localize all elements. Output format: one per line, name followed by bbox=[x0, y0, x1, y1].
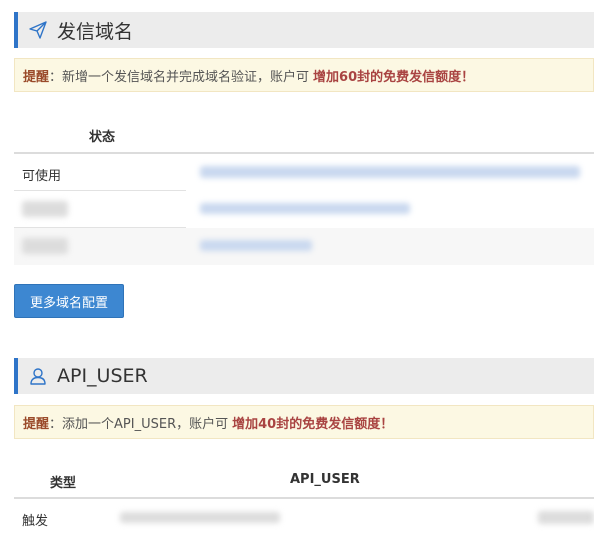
more-domain-config-button[interactable]: 更多域名配置 bbox=[14, 284, 124, 318]
blurred-domain-value bbox=[200, 240, 312, 251]
blurred-domain-value bbox=[200, 166, 580, 178]
blurred-status bbox=[22, 238, 68, 254]
column-header-status: 状态 bbox=[89, 130, 116, 145]
api-user-section-header: API_USER bbox=[14, 358, 594, 394]
blurred-api-user-value bbox=[120, 512, 280, 523]
notice-label: 提醒 bbox=[23, 416, 50, 432]
type-cell: 触发 bbox=[22, 514, 49, 529]
status-cell: 可使用 bbox=[22, 169, 62, 184]
domain-section-header: 发信域名 bbox=[14, 12, 594, 48]
notice-colon: ： bbox=[49, 416, 63, 432]
column-header-type: 类型 bbox=[50, 476, 77, 491]
blurred-api-key-value bbox=[538, 511, 594, 524]
api-user-notice: 提醒：添加一个API_USER，账户可 增加40封的免费发信额度！ bbox=[14, 405, 594, 439]
table-row bbox=[14, 191, 594, 228]
user-icon bbox=[27, 365, 49, 387]
table-row: 可使用 bbox=[14, 154, 594, 191]
notice-highlight: 增加60封的免费发信额度！ bbox=[313, 69, 475, 85]
paper-plane-icon bbox=[27, 19, 49, 41]
blurred-domain-value bbox=[200, 203, 410, 214]
notice-label: 提醒 bbox=[23, 69, 50, 85]
table-row: 触发 bbox=[14, 499, 594, 539]
domain-notice: 提醒：新增一个发信域名并完成域名验证，账户可 增加60封的免费发信额度！ bbox=[14, 58, 594, 92]
notice-text: 添加一个API_USER，账户可 bbox=[62, 416, 229, 432]
column-header-api-user: API_USER bbox=[290, 472, 360, 487]
api-user-section-title: API_USER bbox=[57, 365, 148, 387]
table-row bbox=[14, 228, 594, 265]
notice-highlight: 增加40封的免费发信额度！ bbox=[232, 416, 394, 432]
notice-text: 新增一个发信域名并完成域名验证，账户可 bbox=[62, 69, 310, 85]
blurred-status bbox=[22, 201, 68, 217]
notice-colon: ： bbox=[49, 69, 63, 85]
domain-section-title: 发信域名 bbox=[57, 20, 134, 43]
